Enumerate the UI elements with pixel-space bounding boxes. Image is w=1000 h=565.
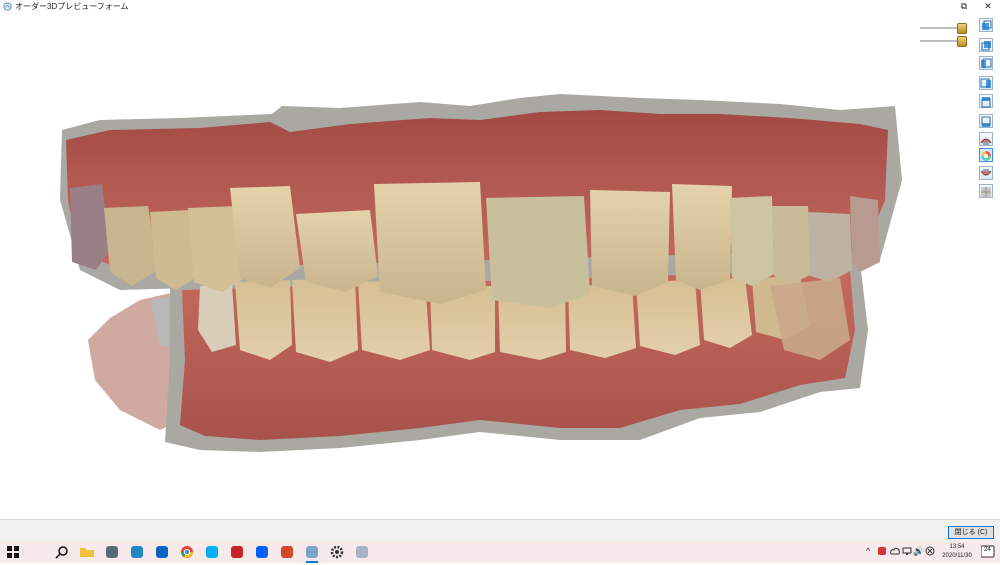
mesh-mode-button[interactable] [979,184,993,198]
outlook-icon [156,546,168,558]
skype[interactable] [204,544,220,560]
tray-app-icon[interactable] [877,546,887,556]
notification-center-icon[interactable]: 24 [980,545,995,558]
top-view-button[interactable] [979,94,993,108]
skype-icon [206,546,218,558]
dropbox-icon [256,546,268,558]
network-icon[interactable] [902,546,912,556]
title-bar: オーダー3Dプレビューフォーム ⧉ ✕ [0,0,1000,14]
tray-chevron-icon[interactable]: ^ [866,546,870,556]
powerpoint[interactable] [279,544,295,560]
cloud-icon[interactable] [890,546,900,556]
search-button[interactable] [54,544,70,560]
front-view-button[interactable] [979,18,993,32]
dental-model[interactable] [0,14,1000,519]
close-icon[interactable]: ✕ [978,0,998,12]
right-view-button[interactable] [979,76,993,90]
volume-icon[interactable]: 🔊 [913,546,924,557]
lower-jaw-slider-handle[interactable] [957,36,967,47]
upper-jaw-button[interactable] [979,132,993,146]
left-view-icon [981,58,992,68]
close-button[interactable]: 閉じる (C) [948,526,994,539]
left-view-button[interactable] [979,56,993,70]
color-wheel-icon [981,151,991,161]
upper-jaw-opacity-slider[interactable] [920,27,960,29]
taskbar: ^ 🔊 13:54 2020/11/30 24 [0,541,1000,563]
monitor-app-icon [106,546,118,558]
status-bar: 閉じる (C) [0,519,1000,542]
upper-jaw-icon [980,138,992,145]
windows-icon [7,546,19,558]
lower-jaw-button[interactable] [979,166,993,180]
back-view-button[interactable] [979,38,993,52]
window-title: オーダー3Dプレビューフォーム [15,2,129,11]
3d-viewport[interactable] [0,14,1000,519]
chrome-icon [181,546,193,558]
disc-app-icon [356,546,368,558]
powerpoint-icon [281,546,293,558]
clock-date: 2020/11/30 [942,553,972,559]
lower-jaw-opacity-slider[interactable] [920,40,960,42]
mesh-icon [981,187,991,197]
dental-viewer-app[interactable] [304,544,320,563]
front-view-icon [982,20,992,30]
edge-icon [131,546,143,558]
restore-icon[interactable]: ⧉ [954,0,974,12]
taskbar-app-4[interactable] [104,544,120,560]
gear-icon [330,545,344,559]
bottom-view-button[interactable] [979,114,993,128]
chrome[interactable] [179,544,195,560]
settings[interactable] [329,544,345,560]
top-view-icon [981,97,991,108]
search-icon [55,546,68,559]
lower-jaw-icon [980,169,992,176]
back-view-icon [981,41,991,51]
system-clock[interactable]: 13:54 2020/11/30 [936,543,978,561]
folder-icon [80,548,94,557]
edge-browser[interactable] [129,544,145,560]
dental-app-icon [306,546,318,558]
taskbar-app-9[interactable] [229,544,245,560]
bottom-view-icon [981,116,991,127]
dropbox[interactable] [254,544,270,560]
color-toggle-button[interactable] [979,148,993,162]
notification-count: 24 [984,547,991,553]
start-button[interactable] [5,544,21,560]
right-view-icon [980,78,991,88]
input-method-icon[interactable] [925,546,935,556]
file-explorer[interactable] [79,544,95,560]
upper-jaw-slider-handle[interactable] [957,23,967,34]
red-app-icon [231,546,243,558]
clock-time: 13:54 [949,544,965,550]
app-icon [3,2,12,11]
taskbar-app-14[interactable] [354,544,370,560]
jaw-opacity-sliders [920,20,972,50]
outlook[interactable] [154,544,170,560]
